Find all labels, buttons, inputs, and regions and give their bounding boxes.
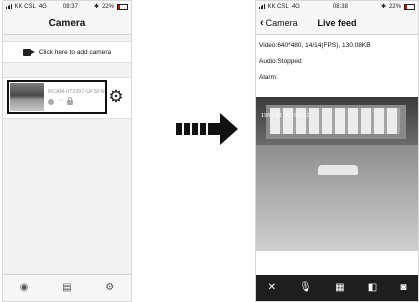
status-bar: KK CSL 4G 08:38 ✱ 22%	[256, 1, 418, 12]
back-label: Camera	[265, 18, 298, 28]
battery-percent: 22%	[101, 3, 114, 10]
video-camera-icon	[22, 48, 35, 56]
battery-percent: 22%	[388, 3, 401, 10]
tab-settings[interactable]: ⚙	[105, 282, 114, 295]
tab-camera[interactable]: ◉	[20, 282, 29, 295]
device-list-item[interactable]: RCAM-073397-UFSFN ◠ ⚙	[3, 77, 131, 119]
chevron-left-icon: ‹	[260, 17, 264, 29]
lock-icon	[67, 97, 74, 105]
nav-bar: Camera	[3, 12, 131, 35]
qr-icon[interactable]: ▦	[335, 282, 344, 294]
mute-icon[interactable]: ✕	[268, 282, 276, 294]
alarm-info: Alarm:	[259, 74, 278, 81]
signal-icon	[259, 4, 265, 9]
stream-info: Video:640*480, 14/14(FPS), 130.08KB Audi…	[256, 35, 418, 88]
page-title: Camera	[48, 17, 86, 29]
audio-info: Audio:Stopped	[259, 58, 302, 65]
live-video-view[interactable]: 1905 01 01 02:22	[256, 97, 418, 251]
bluetooth-icon: ✱	[93, 4, 99, 10]
record-icon[interactable]: ◧	[368, 282, 377, 294]
clock: 08:37	[62, 3, 78, 10]
tab-bar: ◉ ▤ ⚙	[3, 274, 131, 301]
carrier-label: KK CSL	[267, 3, 289, 10]
video-info: Video:640*480, 14/14(FPS), 130.08KB	[259, 42, 371, 49]
control-bar: ✕ 🎙 ▦ ◧ ◙	[256, 275, 418, 301]
snapshot-icon[interactable]: ◙	[400, 282, 406, 294]
device-entry[interactable]: RCAM-073397-UFSFN ◠	[7, 80, 107, 114]
bluetooth-icon: ✱	[380, 4, 386, 10]
add-camera-button[interactable]: Click here to add camera	[3, 41, 131, 63]
signal-icon	[6, 4, 12, 9]
gallery-tab-icon: ▤	[62, 281, 72, 293]
add-camera-label: Click here to add camera	[38, 48, 112, 56]
tab-gallery[interactable]: ▤	[62, 282, 71, 295]
camera-list-screen: KK CSL 4G 08:37 ✱ 22% Camera Click here …	[2, 0, 132, 302]
network-label: 4G	[291, 3, 300, 10]
transition-arrow-icon	[176, 112, 242, 146]
battery-icon	[403, 3, 415, 10]
video-papers	[270, 108, 400, 134]
battery-icon	[116, 3, 128, 10]
video-object	[318, 165, 358, 175]
network-label: 4G	[38, 3, 47, 10]
status-bar: KK CSL 4G 08:37 ✱ 22%	[3, 1, 131, 12]
settings-tab-icon: ⚙	[105, 281, 115, 293]
live-feed-screen: KK CSL 4G 08:38 ✱ 22% ‹ Camera Live feed…	[255, 0, 419, 302]
nav-bar: ‹ Camera Live feed	[256, 12, 418, 35]
online-dot-icon	[48, 98, 54, 105]
device-settings-gear-icon[interactable]: ⚙	[107, 88, 125, 106]
wifi-icon: ◠	[58, 98, 64, 105]
video-floor	[256, 145, 418, 251]
microphone-icon[interactable]: 🎙	[299, 282, 312, 294]
clock: 08:38	[332, 3, 348, 10]
camera-tab-icon: ◉	[19, 281, 29, 293]
carrier-label: KK CSL	[14, 3, 36, 10]
video-timestamp: 1905 01 01 02:22	[261, 113, 310, 119]
back-button[interactable]: ‹ Camera	[260, 17, 298, 29]
device-name: RCAM-073397-UFSFN	[48, 89, 105, 95]
camera-thumbnail[interactable]	[10, 83, 44, 111]
